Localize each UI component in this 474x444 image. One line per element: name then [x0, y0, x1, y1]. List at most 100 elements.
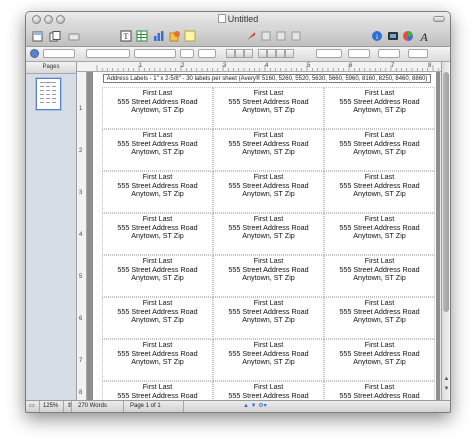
view-menu-icon[interactable]: ▭ [26, 401, 40, 412]
columns-popup[interactable] [348, 49, 370, 58]
address-label[interactable]: First Last555 Street Address RoadAnytown… [324, 339, 435, 381]
view-icon[interactable] [31, 30, 45, 42]
address-label[interactable]: First Last555 Street Address RoadAnytown… [213, 339, 324, 381]
hruler-number: 6 [349, 63, 353, 69]
align-center-button[interactable] [267, 49, 276, 58]
address-label[interactable]: First Last555 Street Address RoadAnytown… [102, 381, 213, 400]
address-label-line3: Anytown, ST Zip [353, 273, 406, 283]
address-label[interactable]: First Last555 Street Address RoadAnytown… [102, 171, 213, 213]
page-thumbnail[interactable] [36, 78, 61, 110]
sections-icon[interactable] [48, 30, 62, 42]
address-label[interactable]: First Last555 Street Address RoadAnytown… [213, 171, 324, 213]
font-typeface-popup[interactable] [134, 49, 176, 58]
scrollbar-thumb[interactable] [443, 72, 449, 312]
address-label[interactable]: First Last555 Street Address RoadAnytown… [324, 213, 435, 255]
address-label[interactable]: First Last555 Street Address RoadAnytown… [213, 87, 324, 129]
address-label[interactable]: First Last555 Street Address RoadAnytown… [102, 129, 213, 171]
document-page[interactable]: Address Labels - 1" x 2-5/8" - 30 labels… [93, 72, 436, 400]
address-label-line3: Anytown, ST Zip [131, 315, 184, 325]
vruler-number: 5 [79, 274, 83, 280]
address-label[interactable]: First Last555 Street Address RoadAnytown… [102, 339, 213, 381]
address-label[interactable]: First Last555 Street Address RoadAnytown… [213, 381, 324, 400]
toolbar-toggle-icon[interactable] [433, 16, 445, 22]
hruler-number: 7 [391, 63, 395, 69]
document-proxy-icon[interactable] [217, 14, 226, 23]
chart-icon[interactable] [153, 30, 165, 42]
fonts-icon[interactable]: A [418, 30, 430, 42]
address-label-line3: Anytown, ST Zip [353, 105, 406, 115]
address-label[interactable]: First Last555 Street Address RoadAnytown… [213, 129, 324, 171]
hruler-number: 8 [428, 63, 432, 69]
comment-icon[interactable] [184, 30, 196, 42]
address-label[interactable]: First Last555 Street Address RoadAnytown… [213, 213, 324, 255]
word-count: 270 Words [72, 401, 124, 412]
colors-icon[interactable] [402, 30, 414, 42]
align-right-button[interactable] [276, 49, 285, 58]
toolbar-button-dim-1[interactable] [260, 30, 272, 42]
toolbar-button-dim-3[interactable] [290, 30, 302, 42]
vertical-ruler[interactable]: 1 2 3 4 5 6 7 8 [77, 72, 87, 400]
vruler-number: 6 [79, 316, 83, 322]
styles-drawer-icon[interactable] [30, 49, 39, 58]
page-navigation-icon[interactable]: ▲ ▼ ⚙▾ [240, 401, 270, 412]
text-box-icon[interactable]: T [120, 30, 132, 42]
address-label-line3: Anytown, ST Zip [242, 315, 295, 325]
address-label[interactable]: First Last555 Street Address RoadAnytown… [324, 171, 435, 213]
format-bar [26, 47, 450, 62]
toolbar-button-dim-2[interactable] [275, 30, 287, 42]
address-label[interactable]: First Last555 Street Address RoadAnytown… [102, 297, 213, 339]
italic-button[interactable] [235, 49, 244, 58]
link-icon[interactable] [244, 30, 258, 42]
address-label-line3: Anytown, ST Zip [131, 147, 184, 157]
vertical-scrollbar[interactable]: ▲ ▼ [441, 62, 450, 400]
document-canvas[interactable]: Address Labels - 1" x 2-5/8" - 30 labels… [87, 72, 440, 400]
undo-icon[interactable] [68, 30, 80, 42]
scroll-up-icon[interactable]: ▲ [443, 376, 450, 383]
zoom-popup[interactable]: 125% [40, 401, 64, 412]
address-label[interactable]: First Last555 Street Address RoadAnytown… [213, 255, 324, 297]
label-sheet-header[interactable]: Address Labels - 1" x 2-5/8" - 30 labels… [103, 74, 431, 83]
hruler-number: 5 [307, 63, 311, 69]
bold-button[interactable] [226, 49, 235, 58]
sidebar-header: Pages [26, 62, 76, 74]
address-label-line3: Anytown, ST Zip [242, 105, 295, 115]
window-title-text: Untitled [227, 14, 259, 24]
vruler-number: 4 [79, 232, 83, 238]
font-size-field[interactable] [180, 49, 194, 58]
hruler-number: 1 [139, 63, 143, 69]
paragraph-style-popup[interactable] [43, 49, 75, 58]
vruler-number: 3 [79, 190, 83, 196]
address-label[interactable]: First Last555 Street Address RoadAnytown… [102, 213, 213, 255]
align-left-button[interactable] [258, 49, 267, 58]
scroll-down-icon[interactable]: ▼ [443, 386, 450, 393]
page-indicator[interactable]: Page 1 of 1 [124, 401, 184, 412]
address-label[interactable]: First Last555 Street Address RoadAnytown… [102, 255, 213, 297]
address-label[interactable]: First Last555 Street Address RoadAnytown… [324, 297, 435, 339]
address-label-line3: Anytown, ST Zip [242, 357, 295, 367]
align-justify-button[interactable] [285, 49, 294, 58]
svg-text:i: i [376, 33, 378, 41]
address-label[interactable]: First Last555 Street Address RoadAnytown… [213, 297, 324, 339]
line-spacing-popup[interactable] [316, 49, 342, 58]
vruler-number: 7 [79, 358, 83, 364]
zoom-stepper-icon[interactable]: ⇕ [64, 401, 72, 412]
table-icon[interactable] [136, 30, 148, 42]
address-label-line3: Anytown, ST Zip [131, 189, 184, 199]
address-label-line3: Anytown, ST Zip [353, 147, 406, 157]
horizontal-ruler[interactable]: 1 2 3 4 5 6 7 8 [77, 62, 441, 72]
inspector-icon[interactable]: i [371, 30, 383, 42]
media-icon[interactable] [387, 30, 399, 42]
shapes-icon[interactable] [169, 30, 181, 42]
address-label[interactable]: First Last555 Street Address RoadAnytown… [102, 87, 213, 129]
address-label[interactable]: First Last555 Street Address RoadAnytown… [324, 381, 435, 400]
wrap-popup[interactable] [408, 49, 428, 58]
vruler-number: 2 [79, 148, 83, 154]
address-label[interactable]: First Last555 Street Address RoadAnytown… [324, 87, 435, 129]
pages-sidebar: Pages [26, 62, 77, 400]
address-label[interactable]: First Last555 Street Address RoadAnytown… [324, 255, 435, 297]
underline-button[interactable] [244, 49, 253, 58]
text-color-well[interactable] [198, 49, 216, 58]
list-style-popup[interactable] [378, 49, 400, 58]
address-label[interactable]: First Last555 Street Address RoadAnytown… [324, 129, 435, 171]
font-family-popup[interactable] [86, 49, 130, 58]
